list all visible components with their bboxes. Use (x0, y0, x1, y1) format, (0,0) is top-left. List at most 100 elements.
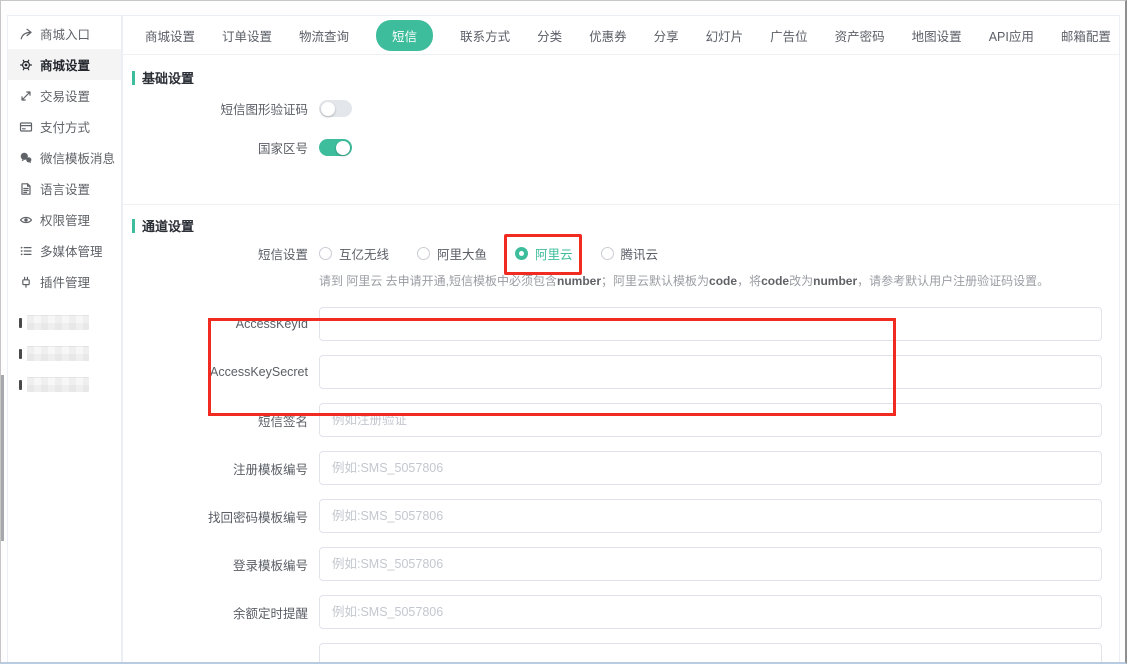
register-template-row: 注册模板编号 (123, 451, 1119, 485)
password-recovery-template-row: 找回密码模板编号 (123, 499, 1119, 533)
sidebar-item-label: 权限管理 (40, 210, 90, 229)
redacted-label (27, 315, 89, 330)
tab-categories[interactable]: 分类 (537, 26, 562, 45)
toggle-knob (321, 102, 335, 116)
sidebar-item-label: 多媒体管理 (40, 241, 103, 260)
section-title-text: 通道设置 (142, 216, 194, 235)
settings-panel: 商城设置 订单设置 物流查询 短信 联系方式 分类 优惠券 分享 幻灯片 广告位… (122, 15, 1120, 662)
access-key-secret-row: AccessKeySecret (123, 355, 1119, 389)
radio-icon (417, 247, 430, 260)
redacted-icon (19, 318, 22, 328)
sms-captcha-row: 短信图形验证码 (123, 99, 1119, 118)
radio-icon (601, 247, 614, 260)
sms-signature-row: 短信签名 (123, 403, 1119, 437)
redacted-label (27, 346, 89, 361)
radio-huyi-wireless[interactable]: 互亿无线 (319, 244, 389, 263)
radio-aliyun[interactable]: 阿里云 (515, 244, 573, 263)
tab-asset-password[interactable]: 资产密码 (835, 26, 885, 45)
tab-coupons[interactable]: 优惠券 (589, 26, 627, 45)
gear-icon (19, 58, 33, 72)
sidebar-item-label: 微信模板消息 (40, 148, 115, 167)
sidebar-item-masked-2[interactable] (8, 338, 121, 369)
tab-bar: 商城设置 订单设置 物流查询 短信 联系方式 分类 优惠券 分享 幻灯片 广告位… (123, 16, 1119, 55)
section-title: 通道设置 (132, 216, 1119, 235)
radio-ali-dayu[interactable]: 阿里大鱼 (417, 244, 487, 263)
redacted-icon (19, 380, 22, 390)
redacted-icon (19, 349, 22, 359)
left-scrollbar-thumb[interactable] (1, 375, 4, 541)
section-accent-bar (132, 71, 135, 85)
sidebar-item-mall-settings[interactable]: 商城设置 (8, 49, 121, 80)
admin-window: 商城入口 商城设置 交易设置 支付方式 微信模板消息 (0, 0, 1127, 664)
sms-provider-radio-group: 互亿无线 阿里大鱼 阿里云 腾讯云 (319, 244, 686, 263)
access-key-id-input[interactable] (319, 307, 1102, 341)
balance-reminder-label: 余额定时提醒 (123, 603, 319, 622)
redacted-label (27, 377, 89, 392)
register-template-input[interactable] (319, 451, 1102, 485)
tab-contact-info[interactable]: 联系方式 (460, 26, 510, 45)
radio-icon (515, 247, 528, 260)
radio-tencent-cloud[interactable]: 腾讯云 (601, 244, 659, 263)
country-code-label: 国家区号 (123, 138, 319, 157)
tab-mailbox-config[interactable]: 邮箱配置 (1061, 26, 1111, 45)
tab-mall-settings[interactable]: 商城设置 (145, 26, 195, 45)
radio-label: 腾讯云 (621, 244, 659, 263)
sidebar-item-trade-settings[interactable]: 交易设置 (8, 80, 121, 111)
sms-captcha-toggle[interactable] (319, 100, 352, 117)
section-title: 基础设置 (132, 68, 1119, 87)
login-template-row: 登录模板编号 (123, 547, 1119, 581)
wechat-bubbles-icon (19, 151, 33, 165)
country-code-toggle[interactable] (319, 139, 352, 156)
sidebar-item-label: 插件管理 (40, 272, 90, 291)
sidebar-item-label: 支付方式 (40, 117, 90, 136)
tab-ad-slots[interactable]: 广告位 (770, 26, 808, 45)
sidebar: 商城入口 商城设置 交易设置 支付方式 微信模板消息 (7, 15, 122, 662)
sidebar-item-mall-entrance[interactable]: 商城入口 (8, 18, 121, 49)
login-template-input[interactable] (319, 547, 1102, 581)
register-template-label: 注册模板编号 (123, 459, 319, 478)
radio-icon (319, 247, 332, 260)
sidebar-item-payment-methods[interactable]: 支付方式 (8, 111, 121, 142)
media-list-icon (19, 244, 33, 258)
sms-signature-label: 短信签名 (123, 411, 319, 430)
trade-arrows-icon (19, 89, 33, 103)
sidebar-item-plugin-management[interactable]: 插件管理 (8, 266, 121, 297)
access-key-id-label: AccessKeyId (123, 317, 319, 331)
sidebar-item-label: 商城设置 (40, 55, 90, 74)
language-doc-icon (19, 182, 33, 196)
tab-api-app[interactable]: API应用 (989, 26, 1034, 45)
tab-slideshow[interactable]: 幻灯片 (706, 26, 744, 45)
tab-order-settings[interactable]: 订单设置 (222, 26, 272, 45)
sidebar-item-permission-management[interactable]: 权限管理 (8, 204, 121, 235)
access-key-id-row: AccessKeyId (123, 307, 1119, 341)
sidebar-item-masked-1[interactable] (8, 307, 121, 338)
sms-signature-input[interactable] (319, 403, 1102, 437)
tab-sms[interactable]: 短信 (376, 20, 433, 51)
channel-fields: AccessKeyId AccessKeySecret 短信签名 注册模板编号 (123, 307, 1119, 662)
sidebar-item-wechat-template-messages[interactable]: 微信模板消息 (8, 142, 121, 173)
country-code-row: 国家区号 (123, 138, 1119, 157)
partial-bottom-input[interactable] (319, 643, 1102, 662)
credit-card-icon (19, 120, 33, 134)
basic-settings-section: 基础设置 短信图形验证码 国家区号 (123, 55, 1119, 204)
sidebar-item-language-settings[interactable]: 语言设置 (8, 173, 121, 204)
tab-share[interactable]: 分享 (654, 26, 679, 45)
section-accent-bar (132, 219, 135, 233)
password-recovery-template-input[interactable] (319, 499, 1102, 533)
aliyun-hint-text: 请到 阿里云 去申请开通,短信模板中必须包含number；阿里云默认模板为cod… (319, 272, 1049, 289)
balance-reminder-row: 余额定时提醒 (123, 595, 1119, 629)
balance-reminder-input[interactable] (319, 595, 1102, 629)
sidebar-item-label: 交易设置 (40, 86, 90, 105)
sms-captcha-label: 短信图形验证码 (123, 99, 319, 118)
access-key-secret-label: AccessKeySecret (123, 365, 319, 379)
sidebar-item-masked-3[interactable] (8, 369, 121, 400)
mall-entrance-icon (19, 27, 33, 41)
tab-logistics-query[interactable]: 物流查询 (299, 26, 349, 45)
radio-label: 阿里云 (535, 244, 573, 263)
plugin-icon (19, 275, 33, 289)
access-key-annotated-group: AccessKeyId AccessKeySecret (123, 307, 1119, 389)
sms-provider-label: 短信设置 (123, 244, 319, 263)
access-key-secret-input[interactable] (319, 355, 1102, 389)
sidebar-item-multimedia-management[interactable]: 多媒体管理 (8, 235, 121, 266)
tab-map-settings[interactable]: 地图设置 (912, 26, 962, 45)
